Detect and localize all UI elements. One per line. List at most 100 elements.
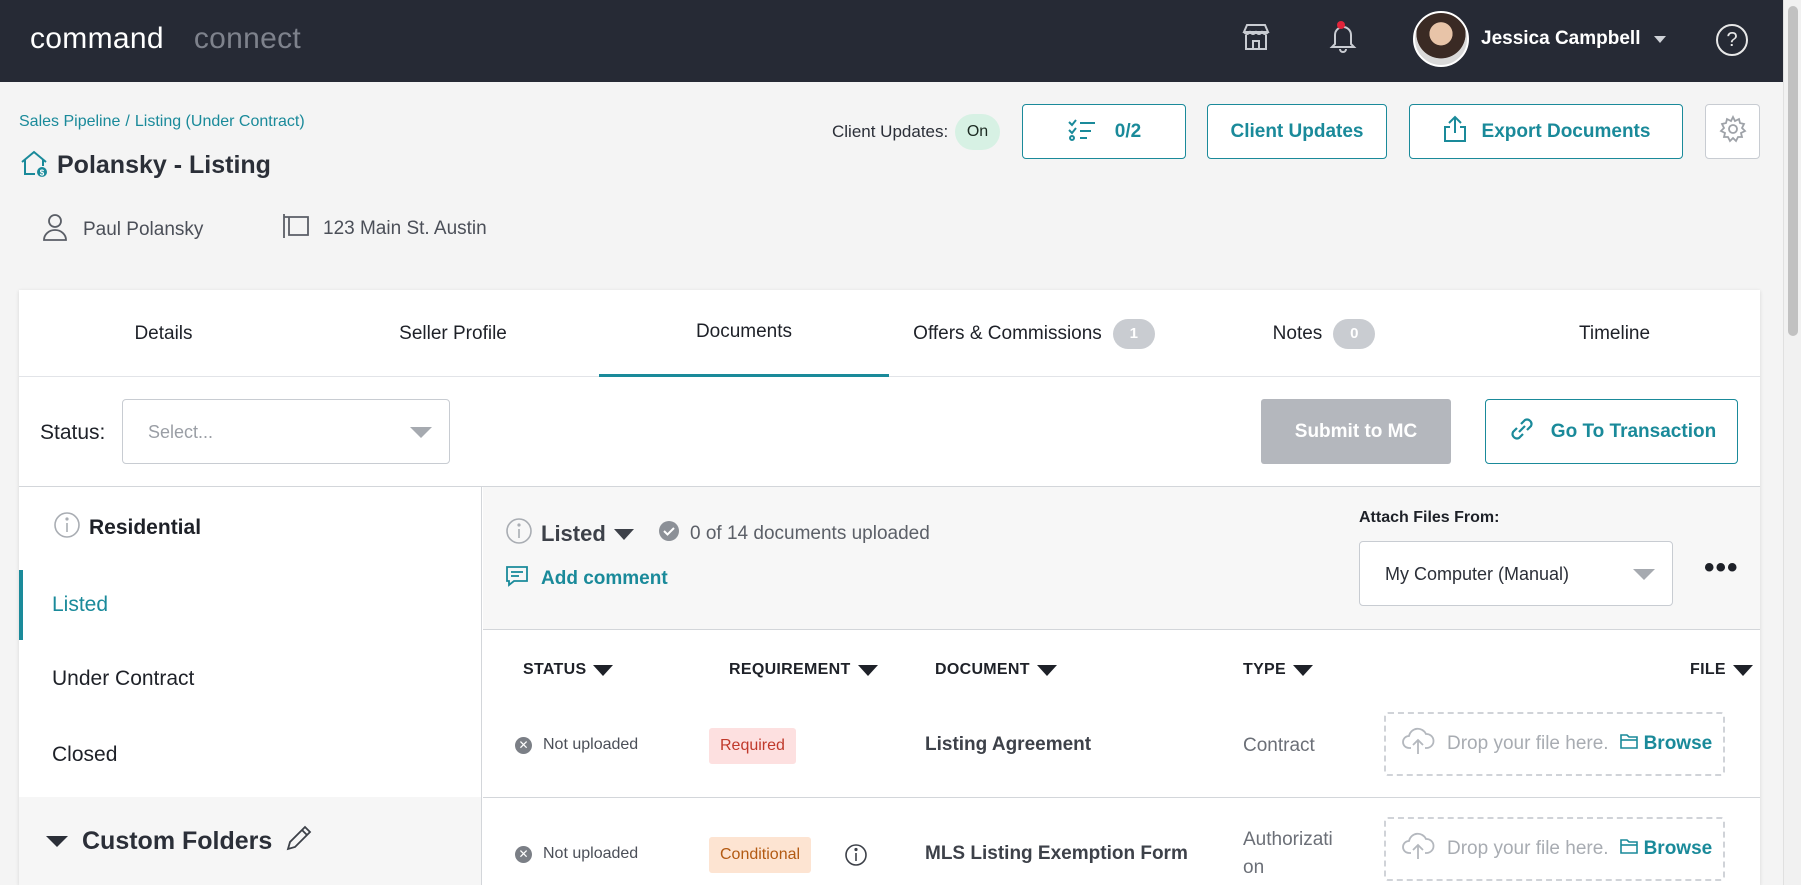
svg-text:$: $: [40, 169, 45, 178]
column-label: DOCUMENT: [935, 661, 1030, 678]
status-placeholder: Select...: [148, 422, 214, 442]
tab-notes[interactable]: Notes 0: [1179, 290, 1469, 377]
tab-label: Offers & Commissions: [913, 322, 1102, 344]
link-icon: [1507, 414, 1537, 450]
page-scrollbar[interactable]: [1783, 0, 1801, 885]
document-name[interactable]: Listing Agreement: [925, 734, 1091, 756]
status-text: Not uploaded: [543, 845, 639, 862]
sort-caret-icon: [593, 664, 614, 676]
folder-sidebar: Residential Listed Under Contract Closed…: [19, 487, 482, 885]
brand-primary: command: [30, 22, 164, 55]
submit-to-mc-button[interactable]: Submit to MC: [1261, 399, 1451, 464]
column-header-status[interactable]: STATUS: [523, 661, 614, 679]
documents-card: Details Seller Profile Documents Offers …: [19, 290, 1760, 885]
comment-icon: [505, 564, 529, 594]
tab-seller-profile[interactable]: Seller Profile: [308, 290, 598, 377]
tab-details[interactable]: Details: [19, 290, 308, 377]
notes-count-badge: 0: [1333, 318, 1376, 349]
x-circle-icon: ✕: [515, 736, 532, 754]
bell-icon[interactable]: [1326, 20, 1360, 54]
sidebar-item-listed[interactable]: Listed: [19, 570, 481, 640]
info-icon[interactable]: [505, 517, 533, 551]
house-dollar-icon: $: [19, 148, 49, 183]
add-comment-label: Add comment: [541, 568, 668, 589]
column-label: TYPE: [1243, 661, 1286, 678]
breadcrumb-sales-pipeline[interactable]: Sales Pipeline: [19, 113, 120, 130]
drop-hint: Drop your file here.: [1447, 733, 1609, 754]
property-sign-icon: [281, 212, 311, 246]
status-label: Status:: [40, 421, 106, 444]
column-header-type[interactable]: TYPE: [1243, 661, 1313, 679]
export-documents-button[interactable]: Export Documents: [1409, 104, 1683, 159]
tab-documents[interactable]: Documents: [599, 290, 889, 377]
caret-down-icon: [613, 528, 634, 540]
help-icon[interactable]: ?: [1716, 24, 1748, 56]
user-menu[interactable]: Jessica Campbell: [1413, 11, 1667, 67]
sort-caret-icon: [1293, 664, 1313, 676]
attach-files-select[interactable]: My Computer (Manual): [1359, 541, 1673, 606]
custom-folders-label: Custom Folders: [82, 826, 273, 855]
brand-secondary: connect: [193, 22, 302, 55]
more-options-icon[interactable]: •••: [1704, 551, 1739, 585]
info-icon[interactable]: [844, 843, 868, 872]
avatar: [1413, 11, 1469, 67]
column-header-requirement[interactable]: REQUIREMENT: [729, 661, 878, 679]
tab-label: Seller Profile: [399, 322, 507, 344]
attach-files-value: My Computer (Manual): [1385, 564, 1570, 584]
go-to-transaction-button[interactable]: Go To Transaction: [1485, 399, 1738, 464]
page-title-text: Polansky - Listing: [57, 151, 271, 179]
upload-progress: 0 of 14 documents uploaded: [658, 520, 930, 548]
column-label: REQUIREMENT: [729, 661, 851, 678]
custom-folders-section[interactable]: Custom Folders: [19, 797, 481, 885]
column-header-document[interactable]: DOCUMENT: [935, 661, 1057, 679]
sort-caret-icon: [1036, 664, 1057, 676]
tab-label: Notes: [1272, 322, 1323, 344]
storefront-icon[interactable]: [1239, 20, 1273, 54]
sort-caret-icon: [857, 664, 878, 676]
breadcrumb: Sales Pipeline / Listing (Under Contract): [19, 113, 305, 131]
breadcrumb-separator: /: [125, 113, 130, 130]
sidebar-item-under-contract[interactable]: Under Contract: [19, 644, 481, 714]
caret-down-icon: [46, 835, 68, 847]
client-updates-status-badge[interactable]: On: [955, 114, 1000, 150]
brand-logo[interactable]: command connect: [30, 22, 301, 56]
folder-icon: [1619, 837, 1639, 861]
browse-label: Browse: [1643, 838, 1713, 859]
share-upload-icon: [1442, 115, 1468, 149]
add-comment-button[interactable]: Add comment: [505, 564, 668, 594]
file-drop-zone[interactable]: Drop your file here. Browse: [1384, 817, 1725, 881]
table-row: ✕ Not uploaded Required Listing Agreemen…: [483, 692, 1760, 798]
settings-button[interactable]: [1705, 104, 1760, 159]
chevron-down-icon: [1654, 35, 1667, 43]
breadcrumb-listing[interactable]: Listing (Under Contract): [135, 113, 305, 130]
document-type-line: Authorizati: [1243, 829, 1333, 850]
x-circle-icon: ✕: [515, 845, 532, 863]
column-header-file[interactable]: FILE: [1690, 661, 1753, 679]
offers-count-badge: 1: [1112, 318, 1155, 349]
pencil-icon[interactable]: [284, 823, 314, 860]
client-updates-button[interactable]: Client Updates: [1207, 104, 1387, 159]
file-drop-zone[interactable]: Drop your file here. Browse: [1384, 712, 1725, 776]
sidebar-heading: Residential: [53, 511, 201, 545]
cloud-upload-icon: [1401, 831, 1435, 867]
document-name[interactable]: MLS Listing Exemption Form: [925, 843, 1188, 865]
sidebar-item-closed[interactable]: Closed: [19, 720, 481, 790]
requirement-badge: Required: [709, 728, 796, 764]
status-select[interactable]: Select...: [122, 399, 450, 464]
tab-label: Documents: [695, 321, 793, 342]
go-to-transaction-label: Go To Transaction: [1550, 420, 1717, 442]
browse-button[interactable]: Browse: [1619, 837, 1713, 861]
browse-button[interactable]: Browse: [1619, 732, 1712, 756]
document-type: Authorizati on: [1243, 826, 1333, 882]
tab-offers-commissions[interactable]: Offers & Commissions 1: [889, 290, 1179, 377]
drop-hint: Drop your file here.: [1447, 838, 1609, 859]
tasks-button[interactable]: 0/2: [1022, 104, 1186, 159]
stage-dropdown[interactable]: Listed: [505, 517, 634, 551]
tab-timeline[interactable]: Timeline: [1469, 290, 1760, 377]
scrollbar-thumb[interactable]: [1788, 6, 1798, 336]
top-navigation-bar: command connect Jessica Campbell ?: [0, 0, 1783, 82]
info-icon[interactable]: [53, 511, 81, 545]
tab-label: Timeline: [1578, 322, 1651, 344]
user-name: Jessica Campbell: [1481, 28, 1641, 49]
client-info: Paul Polansky: [41, 212, 203, 248]
